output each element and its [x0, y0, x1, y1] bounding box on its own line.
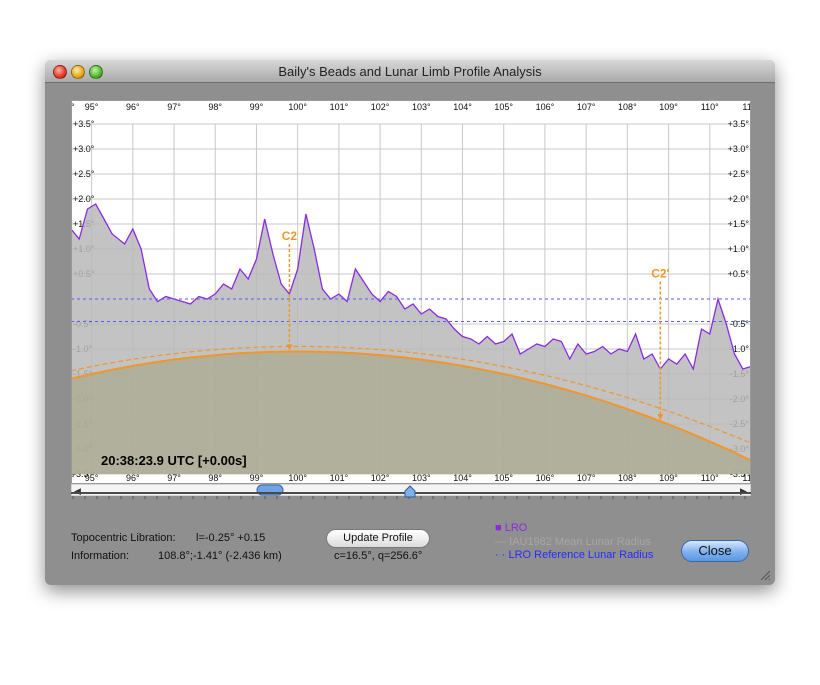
x-tick-label-top: 108° — [618, 102, 637, 112]
timestamp-label: 20:38:23.9 UTC [+0.00s] — [101, 453, 247, 468]
y-tick-label-right: +2.0° — [728, 194, 750, 204]
y-tick-label-right: +2.5° — [728, 169, 750, 179]
x-tick-label-top: 110° — [701, 102, 719, 112]
y-tick-label-left: +2.5° — [73, 169, 95, 179]
information-value: 108.8°;-1.41° (-2.436 km) — [158, 550, 282, 562]
x-tick-label-top: 104° — [453, 102, 472, 112]
y-tick-label-left: +3.5° — [73, 119, 95, 129]
legend-swatch-mean-radius: — — [495, 536, 506, 548]
x-tick-label-bottom: 107° — [577, 473, 596, 483]
legend-swatch-lro: ■ — [495, 522, 502, 534]
update-profile-button[interactable]: Update Profile — [326, 529, 430, 548]
x-tick-label-top: 105° — [494, 102, 513, 112]
y-tick-label-right: +0.5° — [728, 269, 750, 279]
information-label: Information: — [71, 550, 130, 562]
x-tick-label-top: 95° — [85, 102, 99, 112]
x-tick-label-bottom: 110° — [701, 473, 719, 483]
resize-grip-icon[interactable] — [759, 569, 771, 581]
x-tick-label-top: 101° — [330, 102, 349, 112]
y-tick-label-right: +3.0° — [728, 144, 750, 154]
legend-label-mean-radius: IAU1982 Mean Lunar Radius — [509, 536, 651, 548]
x-tick-label-top: 96° — [126, 102, 140, 112]
time-slider[interactable] — [69, 484, 753, 500]
analysis-window: Baily's Beads and Lunar Limb Profile Ana… — [45, 60, 775, 585]
x-tick-label-bottom: 108° — [618, 473, 637, 483]
legend-label-reference-radius: LRO Reference Lunar Radius — [508, 549, 654, 561]
legend-item-lro: ■ LRO — [495, 522, 527, 534]
y-tick-label-left: +2.0° — [73, 194, 95, 204]
x-tick-label-top: 107° — [577, 102, 596, 112]
x-tick-label-top: 106° — [536, 102, 555, 112]
x-tick-label-top: 100° — [288, 102, 307, 112]
x-tick-label-bottom: 109° — [659, 473, 678, 483]
x-tick-label-bottom: 106° — [536, 473, 555, 483]
x-tick-label-bottom: 100° — [288, 473, 307, 483]
x-tick-label-bottom: 97° — [167, 473, 181, 483]
y-tick-label-right: +1.5° — [728, 219, 750, 229]
y-tick-label-right: +1.0° — [728, 244, 750, 254]
x-tick-label-top: 97° — [167, 102, 181, 112]
y-tick-label-right: -0.5° — [730, 319, 750, 329]
limb-profile-chart[interactable]: °°95°95°96°96°97°97°98°98°99°99°100°100°… — [71, 100, 751, 496]
x-tick-label-top: 109° — [659, 102, 678, 112]
x-tick-label-bottom: 99° — [250, 473, 264, 483]
topocentric-libration-label: Topocentric Libration: — [71, 532, 176, 544]
x-tick-label-bottom: 98° — [208, 473, 222, 483]
y-tick-label-left: +3.0° — [73, 144, 95, 154]
x-tick-label-bottom: 105° — [494, 473, 513, 483]
x-tick-label-top: 102° — [371, 102, 390, 112]
cq-value: c=16.5°, q=256.6° — [334, 550, 423, 562]
topocentric-libration-value: l=-0.25° +0.15 — [196, 532, 266, 544]
legend-item-mean-radius: — IAU1982 Mean Lunar Radius — [495, 536, 651, 548]
time-slider-thumb[interactable] — [404, 485, 416, 498]
legend-item-reference-radius: · · LRO Reference Lunar Radius — [495, 549, 653, 561]
x-tick-label-bottom: 102° — [371, 473, 390, 483]
x-tick-label-top: 111° — [742, 102, 751, 112]
x-tick-label-bottom: 96° — [126, 473, 140, 483]
x-tick-label-top: 103° — [412, 102, 431, 112]
legend-label-lro: LRO — [504, 522, 528, 534]
x-tick-label-bottom: 104° — [453, 473, 472, 483]
close-button[interactable]: Close — [681, 540, 749, 562]
title-bar[interactable]: Baily's Beads and Lunar Limb Profile Ana… — [45, 60, 775, 83]
y-tick-label-right: +3.5° — [728, 119, 750, 129]
contact-label: C2 — [282, 229, 298, 243]
x-tick-label-bottom: 101° — [330, 473, 349, 483]
x-tick-label-bottom: 103° — [412, 473, 431, 483]
x-tick-label-top: 99° — [250, 102, 264, 112]
contact-label: C2' — [651, 267, 669, 281]
legend-swatch-reference-radius: · · — [495, 549, 506, 561]
x-tick-label-top: 98° — [208, 102, 222, 112]
window-title: Baily's Beads and Lunar Limb Profile Ana… — [278, 64, 542, 79]
